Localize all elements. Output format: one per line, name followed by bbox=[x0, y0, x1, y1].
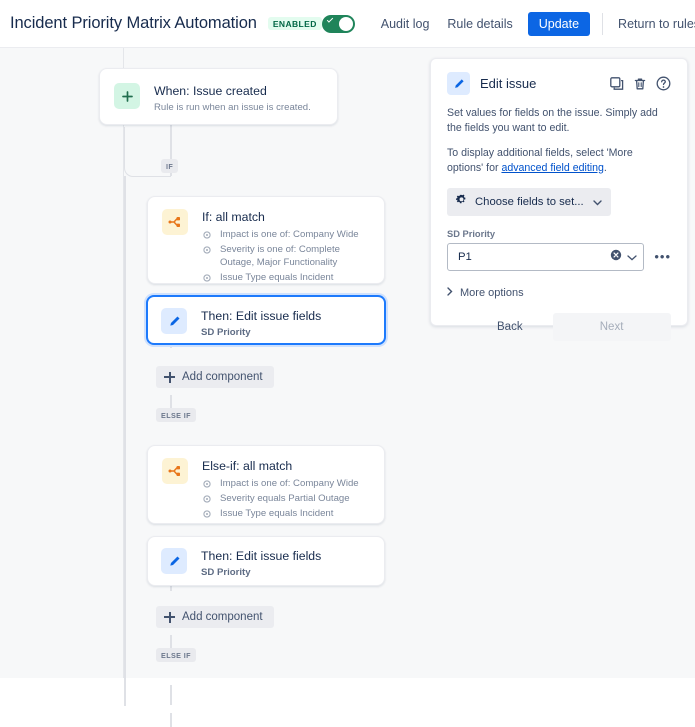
plus-icon bbox=[114, 83, 140, 109]
gear-bullet-icon bbox=[202, 231, 211, 240]
panel-header: Edit issue bbox=[447, 72, 671, 95]
condition-row-text: Issue Type equals Incident bbox=[220, 271, 334, 283]
trigger-title: When: Issue created bbox=[154, 84, 267, 98]
condition-row: Issue Type equals Incident bbox=[202, 508, 359, 521]
trigger-subtitle: Rule is run when an issue is created. bbox=[154, 102, 311, 113]
condition-card-else-if[interactable]: Else-if: all match Impact is one of: Com… bbox=[147, 445, 385, 524]
branch-pill-else-if: ELSE IF bbox=[156, 408, 196, 422]
action-card-selected[interactable]: Then: Edit issue fields SD Priority bbox=[146, 295, 386, 345]
pencil-icon bbox=[447, 72, 470, 95]
rule-details-link[interactable]: Rule details bbox=[438, 12, 521, 36]
gear-bullet-icon bbox=[202, 273, 211, 282]
pencil-icon bbox=[161, 308, 187, 334]
check-icon bbox=[326, 15, 333, 23]
choose-fields-label: Choose fields to set... bbox=[475, 196, 584, 208]
condition-row-text: Severity equals Partial Outage bbox=[220, 493, 350, 504]
header-divider bbox=[602, 12, 604, 35]
condition-row: Severity is one of: Complete Outage, Maj… bbox=[202, 244, 372, 269]
trigger-card[interactable]: When: Issue created Rule is run when an … bbox=[99, 68, 338, 125]
panel-footer: Back Next bbox=[447, 313, 671, 341]
panel-description-2: To display additional fields, select 'Mo… bbox=[447, 146, 671, 175]
add-component-button-1[interactable]: Add component bbox=[156, 366, 274, 388]
condition-row-list: Impact is one of: Company Wide Severity … bbox=[202, 478, 359, 521]
toggle-knob bbox=[338, 16, 353, 31]
gear-bullet-icon bbox=[202, 510, 211, 519]
page-header: Incident Priority Matrix Automation ENAB… bbox=[0, 0, 695, 48]
panel-description-1: Set values for fields on the issue. Simp… bbox=[447, 107, 658, 134]
condition-title: Else-if: all match bbox=[202, 459, 293, 473]
edit-issue-panel: Edit issue Set values for fields on the … bbox=[430, 58, 688, 341]
panel-description-2-suffix: . bbox=[603, 161, 607, 174]
action-title: Then: Edit issue fields bbox=[201, 309, 322, 323]
action-card-2[interactable]: Then: Edit issue fields SD Priority bbox=[147, 536, 385, 586]
header-actions: Audit log Rule details Update Return to … bbox=[321, 11, 695, 36]
condition-row-text: Issue Type equals Incident bbox=[220, 508, 334, 519]
trash-icon[interactable] bbox=[633, 77, 647, 91]
more-options-toggle[interactable]: More options bbox=[447, 287, 671, 299]
condition-card-else-if-body: Else-if: all match Impact is one of: Com… bbox=[202, 458, 359, 523]
branch-pill-else-if-trailing: ELSE IF bbox=[156, 648, 196, 662]
choose-fields-dropdown[interactable]: Choose fields to set... bbox=[447, 188, 611, 216]
audit-log-link[interactable]: Audit log bbox=[372, 12, 439, 36]
help-icon[interactable] bbox=[656, 76, 671, 91]
action-subtitle: SD Priority bbox=[201, 567, 251, 578]
gear-bullet-icon bbox=[202, 480, 211, 489]
field-more-menu[interactable]: ••• bbox=[654, 250, 671, 263]
trigger-card-body: When: Issue created Rule is run when an … bbox=[154, 83, 311, 114]
sd-priority-value: P1 bbox=[458, 251, 472, 263]
action-card-body: Then: Edit issue fields SD Priority bbox=[201, 308, 321, 339]
condition-card-if[interactable]: If: all match Impact is one of: Company … bbox=[147, 196, 385, 284]
condition-row: Impact is one of: Company Wide bbox=[202, 478, 359, 491]
branch-icon bbox=[162, 458, 188, 484]
condition-row: Impact is one of: Company Wide bbox=[202, 229, 372, 242]
branch-pill-if: IF bbox=[161, 159, 179, 173]
sd-priority-row: P1 ••• bbox=[447, 243, 671, 271]
return-to-rules-link[interactable]: Return to rules bbox=[609, 12, 695, 36]
sd-priority-select[interactable]: P1 bbox=[447, 243, 645, 271]
branch-icon bbox=[162, 209, 188, 235]
panel-action-icons bbox=[610, 76, 671, 91]
panel-title: Edit issue bbox=[480, 76, 537, 91]
plus-icon bbox=[164, 371, 175, 383]
chevron-down-icon[interactable] bbox=[627, 248, 637, 266]
condition-row-text: Impact is one of: Company Wide bbox=[220, 229, 359, 240]
rule-enabled-toggle[interactable] bbox=[321, 14, 355, 33]
page-title: Incident Priority Matrix Automation bbox=[10, 14, 257, 32]
condition-title: If: all match bbox=[202, 210, 265, 224]
action-card-2-body: Then: Edit issue fields SD Priority bbox=[201, 548, 321, 579]
advanced-field-editing-link[interactable]: advanced field editing bbox=[501, 162, 603, 174]
clear-icon[interactable] bbox=[610, 248, 622, 266]
update-button[interactable]: Update bbox=[527, 11, 591, 36]
status-badge: ENABLED bbox=[267, 17, 322, 30]
connector-trunk-10 bbox=[170, 713, 172, 727]
condition-row: Issue Type equals Incident bbox=[202, 272, 372, 285]
plus-icon bbox=[164, 611, 175, 623]
copy-icon[interactable] bbox=[610, 76, 624, 91]
add-component-label: Add component bbox=[182, 371, 263, 383]
gear-bullet-icon bbox=[202, 246, 211, 255]
sd-priority-label: SD Priority bbox=[447, 229, 496, 239]
connector-trunk-9 bbox=[170, 685, 172, 705]
condition-card-if-body: If: all match Impact is one of: Company … bbox=[202, 209, 372, 287]
back-button[interactable]: Back bbox=[485, 315, 535, 339]
add-component-button-2[interactable]: Add component bbox=[156, 606, 274, 628]
gear-bullet-icon bbox=[202, 495, 211, 504]
pencil-icon bbox=[161, 548, 187, 574]
chevron-down-icon bbox=[592, 193, 602, 211]
condition-row-text: Severity is one of: Complete Outage, Maj… bbox=[220, 244, 340, 268]
condition-row: Severity equals Partial Outage bbox=[202, 493, 359, 506]
add-component-label: Add component bbox=[182, 611, 263, 623]
action-title: Then: Edit issue fields bbox=[201, 549, 322, 563]
condition-row-text: Impact is one of: Company Wide bbox=[220, 478, 359, 489]
action-subtitle: SD Priority bbox=[201, 327, 251, 338]
next-button: Next bbox=[552, 313, 671, 341]
gear-icon bbox=[455, 193, 468, 211]
more-options-label: More options bbox=[460, 287, 524, 299]
condition-row-list: Impact is one of: Company Wide Severity … bbox=[202, 229, 372, 284]
branch-rail bbox=[124, 176, 126, 706]
chevron-right-icon bbox=[447, 287, 453, 299]
